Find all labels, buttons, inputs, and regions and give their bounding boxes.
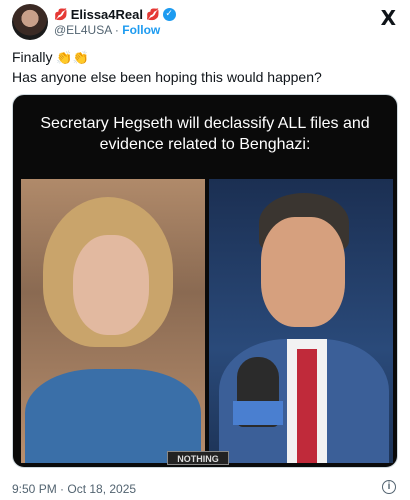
lips-emoji-icon: 💋 — [145, 7, 160, 21]
post-text-line-1: Finally 👏👏 — [12, 48, 398, 68]
verified-badge-icon: ✓ — [162, 7, 176, 21]
post-timestamp[interactable]: 9:50 PM · Oct 18, 2025 — [12, 482, 136, 496]
tie-shape — [297, 349, 317, 463]
lips-emoji-icon: 💋 — [54, 7, 68, 21]
author-block: 💋 Elissa4Real 💋 ✓ @EL4USA · Follow — [54, 6, 176, 37]
post-text: Finally 👏👏 Has anyone else been hoping t… — [12, 48, 398, 87]
display-name[interactable]: Elissa4Real — [71, 7, 143, 22]
clapping-hands-icon: 👏👏 — [56, 51, 89, 66]
post-text-word: Finally — [12, 49, 53, 65]
follow-button[interactable]: Follow — [122, 23, 160, 37]
face-shape — [261, 217, 345, 327]
post-media[interactable]: Secretary Hegseth will declassify ALL fi… — [12, 94, 398, 468]
photo-right — [209, 179, 393, 463]
face-shape — [73, 235, 149, 335]
watermark-logo: NOTHING — [167, 451, 229, 465]
jacket-shape — [25, 369, 201, 463]
photo-left — [21, 179, 205, 463]
post-header: 💋 Elissa4Real 💋 ✓ @EL4USA · Follow X — [12, 4, 398, 44]
separator: · — [114, 23, 119, 37]
avatar[interactable] — [12, 4, 48, 40]
microphone-flag — [233, 401, 283, 425]
post-footer: 9:50 PM · Oct 18, 2025 i — [12, 480, 398, 496]
display-name-row[interactable]: 💋 Elissa4Real 💋 ✓ — [54, 6, 176, 22]
media-headline: Secretary Hegseth will declassify ALL fi… — [40, 115, 370, 153]
info-icon[interactable]: i — [382, 480, 396, 494]
handle-row: @EL4USA · Follow — [54, 23, 176, 37]
x-logo-icon[interactable]: X — [381, 6, 396, 30]
post-text-line-2: Has anyone else been hoping this would h… — [12, 69, 322, 85]
user-handle[interactable]: @EL4USA — [54, 23, 112, 37]
